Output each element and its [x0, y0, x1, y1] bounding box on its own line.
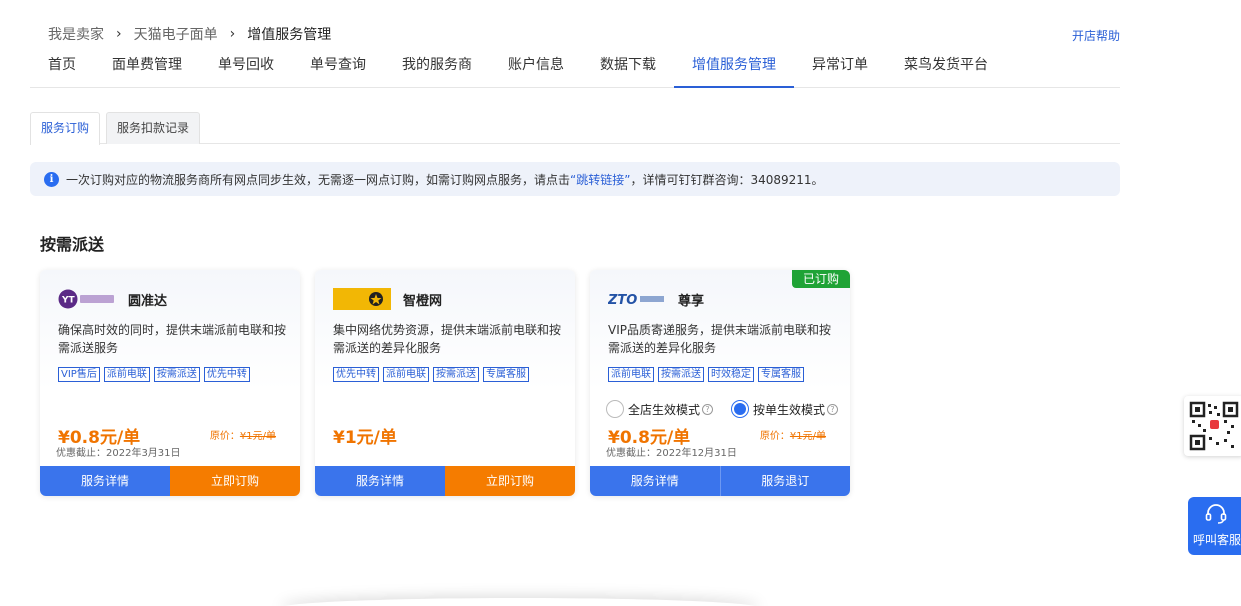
breadcrumb-item-current: 增值服务管理 [247, 27, 332, 43]
notice-text: 一次订购对应的物流服务商所有网点同步生效，无需逐一网点订购，如需订购网点服务，请… [66, 172, 571, 187]
section-title: 按需派送 [40, 235, 105, 254]
notice-bar: i 一次订购对应的物流服务商所有网点同步生效，无需逐一网点订购，如需订购网点服务… [30, 162, 1120, 196]
radio-label: 按单生效模式 [753, 402, 826, 417]
card-description: VIP品质寄递服务，提供末端派前电联和按需派送的差异化服务 [608, 323, 831, 355]
svg-text:ZTO: ZTO [608, 293, 637, 308]
mode-selector: 全店生效模式 ? 按单生效模式 ? [606, 400, 839, 418]
nav-item-value-added[interactable]: 增值服务管理 [674, 44, 794, 88]
service-card-zhichengwang: 智橙网 集中网络优势资源，提供末端派前电联和按需派送的差异化服务 优先中转 派前… [315, 270, 575, 496]
tag: 按需派送 [658, 367, 704, 382]
order-now-button[interactable]: 立即订购 [170, 466, 300, 496]
tab-deduction-records[interactable]: 服务扣款记录 [106, 112, 201, 144]
tag: 时效稳定 [708, 367, 754, 382]
subscribed-badge: 已订购 [792, 270, 850, 288]
tag: 专属客服 [758, 367, 804, 382]
price: ¥1元/单 [333, 428, 397, 448]
customer-service-label: 呼叫客服 [1192, 533, 1241, 547]
nav-item-number-recycle[interactable]: 单号回收 [200, 44, 292, 87]
card-description: 确保高时效的同时，提供末端派前电联和按需派送服务 [58, 323, 287, 355]
notice-link[interactable]: “跳转链接” [570, 171, 630, 188]
tag: 按需派送 [433, 367, 479, 382]
notice-text-after: ，详情可钉钉群咨询：34089211。 [630, 172, 824, 187]
tag: 优先中转 [333, 367, 379, 382]
radio-order-mode[interactable] [731, 400, 750, 418]
tag-list: 优先中转 派前电联 按需派送 专属客服 [333, 367, 533, 382]
nav-item-cainiao-platform[interactable]: 菜鸟发货平台 [886, 44, 1006, 87]
tag: 专属客服 [483, 367, 529, 382]
unsubscribe-button[interactable]: 服务退订 [719, 466, 850, 496]
card-name: 圆准达 [128, 293, 168, 309]
bottom-shadow [280, 598, 760, 606]
breadcrumb: 我是卖家 › 天猫电子面单 › 增值服务管理 [48, 24, 331, 44]
service-detail-button[interactable]: 服务详情 [315, 466, 445, 496]
breadcrumb-item-waybill[interactable]: 天猫电子面单 [134, 24, 218, 44]
nav-item-my-providers[interactable]: 我的服务商 [384, 44, 490, 87]
original-price: 原价：¥1元/单 [209, 431, 276, 442]
card-name: 智橙网 [403, 293, 443, 309]
order-now-button[interactable]: 立即订购 [445, 466, 575, 496]
tag: 优先中转 [203, 367, 250, 382]
sub-tabs: 服务订购 服务扣款记录 [30, 112, 1120, 145]
nav-item-abnormal-orders[interactable]: 异常订单 [794, 44, 886, 87]
tag-list: 派前电联 按需派送 时效稳定 专属客服 [608, 367, 808, 382]
service-detail-button[interactable]: 服务详情 [40, 466, 170, 496]
service-card-zunxiang: 已订购 ZTO 尊享 VIP品质寄递服务，提供末端派前电联和按需派送的差异化服务… [590, 270, 850, 496]
radio-store-mode[interactable] [606, 400, 624, 418]
nav-item-waybill-fee[interactable]: 面单费管理 [94, 44, 200, 87]
card-description: 集中网络优势资源，提供末端派前电联和按需派送的差异化服务 [333, 323, 562, 355]
chevron-right-icon: › [229, 26, 236, 42]
tag: 派前电联 [103, 367, 150, 382]
chevron-right-icon: › [116, 26, 122, 42]
qr-code-icon[interactable] [1184, 396, 1241, 456]
nav-item-data-download[interactable]: 数据下载 [582, 44, 674, 87]
yunda-logo-icon [333, 288, 391, 310]
radio-label: 全店生效模式 [628, 402, 701, 417]
tag: VIP售后 [58, 367, 100, 382]
info-icon: i [44, 171, 59, 187]
tag: 按需派送 [153, 367, 200, 382]
nav-item-number-query[interactable]: 单号查询 [292, 44, 384, 87]
service-card-yuanzhunda: YT 圆准达 确保高时效的同时，提供末端派前电联和按需派送服务 VIP售后 派前… [40, 270, 300, 496]
original-price: 原价：¥1元/单 [759, 431, 826, 442]
card-name: 尊享 [678, 293, 705, 309]
tag: 派前电联 [608, 367, 654, 382]
breadcrumb-item-seller[interactable]: 我是卖家 [48, 24, 104, 44]
nav-item-account[interactable]: 账户信息 [490, 44, 582, 87]
tag: 派前电联 [383, 367, 429, 382]
svg-text:YT: YT [61, 296, 76, 306]
question-icon[interactable]: ? [702, 403, 714, 415]
discount-deadline: 优惠截止：2022年3月31日 [56, 448, 181, 459]
zto-logo-icon: ZTO [608, 288, 666, 310]
help-link[interactable]: 开店帮助 [1072, 27, 1120, 44]
nav-item-home[interactable]: 首页 [30, 44, 94, 87]
headset-icon [1188, 503, 1241, 525]
discount-deadline: 优惠截止：2022年12月31日 [606, 448, 737, 459]
tag-list: VIP售后 派前电联 按需派送 优先中转 [58, 367, 254, 382]
question-icon[interactable]: ? [827, 403, 839, 415]
tab-service-order[interactable]: 服务订购 [30, 112, 101, 145]
yto-logo-icon: YT [58, 288, 116, 310]
service-detail-button[interactable]: 服务详情 [590, 466, 720, 496]
customer-service-button[interactable]: 呼叫客服 [1188, 497, 1241, 555]
main-nav: 首页 面单费管理 单号回收 单号查询 我的服务商 账户信息 数据下载 增值服务管… [30, 44, 1120, 88]
